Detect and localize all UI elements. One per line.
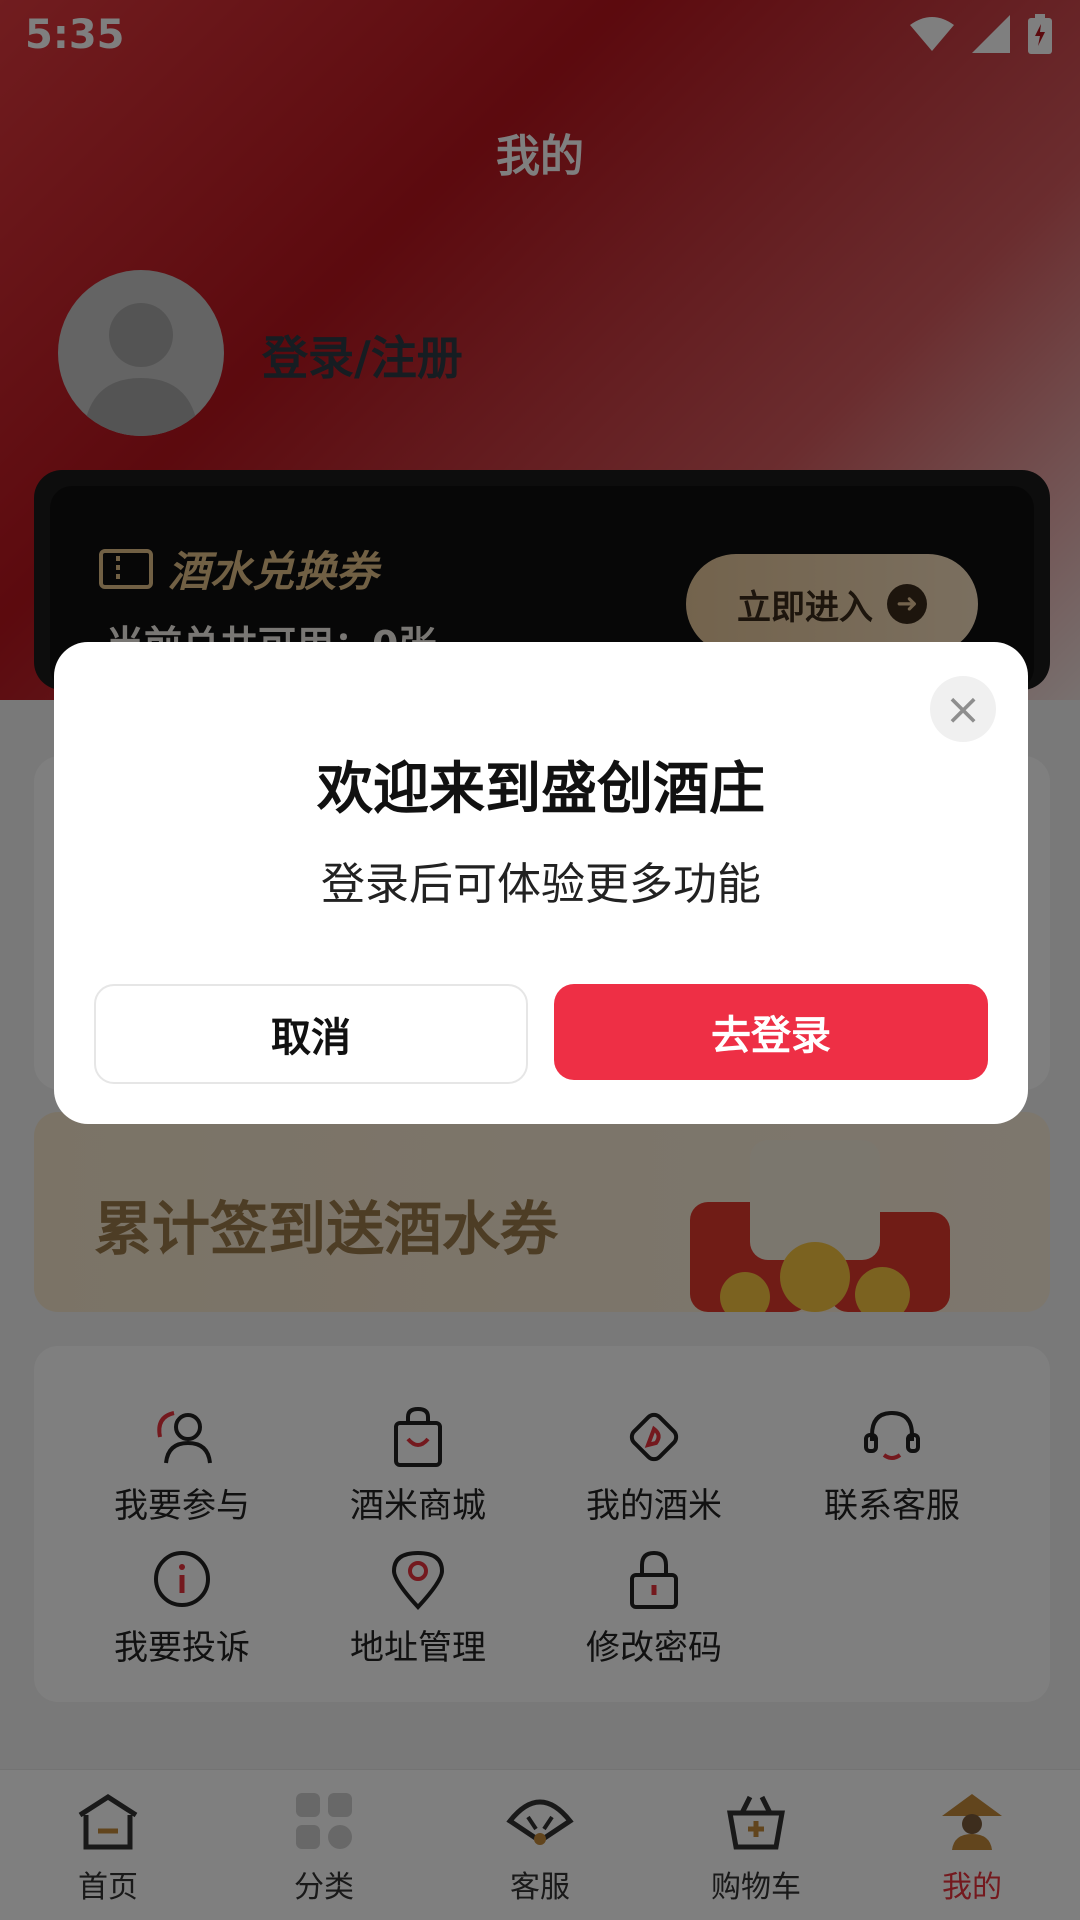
dialog-subtitle: 登录后可体验更多功能 <box>321 859 761 910</box>
cancel-button[interactable]: 取消 <box>94 984 528 1084</box>
dialog-title: 欢迎来到盛创酒庄 <box>317 757 765 822</box>
login-prompt-dialog: × 欢迎来到盛创酒庄 登录后可体验更多功能 取消 去登录 <box>54 642 1028 1124</box>
go-login-button[interactable]: 去登录 <box>554 984 988 1080</box>
close-icon[interactable]: × <box>930 676 996 742</box>
